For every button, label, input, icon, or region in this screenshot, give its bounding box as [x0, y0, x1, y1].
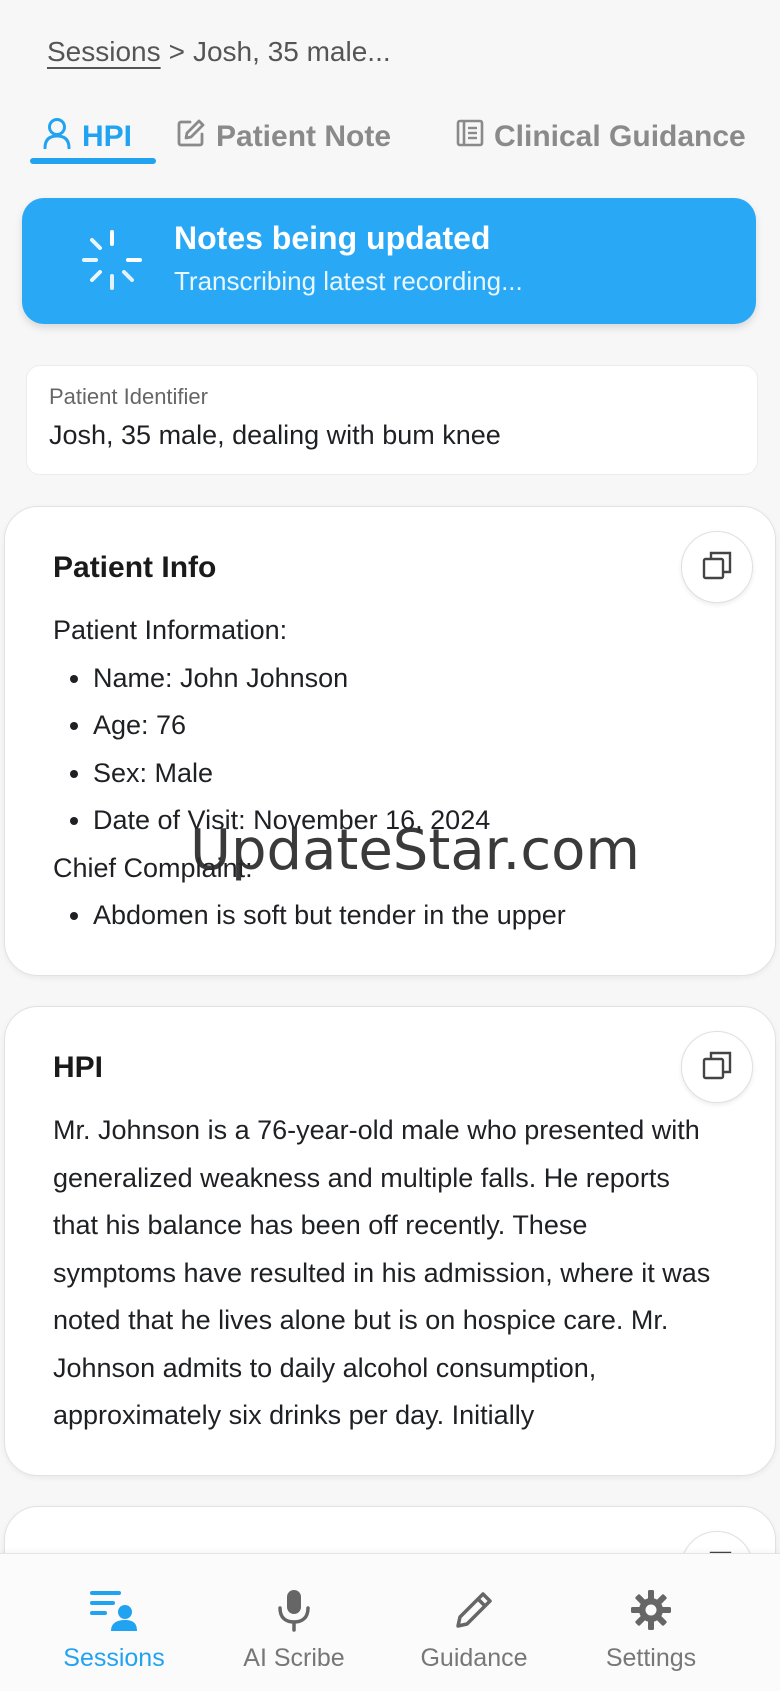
app-screen: Sessions > Josh, 35 male... HPI Patient No… [0, 0, 780, 1691]
breadcrumb-separator: > [168, 36, 185, 67]
bottom-navigation: Sessions AI Scribe Guidance Settings [0, 1553, 780, 1691]
banner-title: Notes being updated [174, 220, 491, 256]
list-item: Date of Visit: November 16, 2024 [93, 797, 735, 845]
patient-identifier-field[interactable]: Patient Identifier Josh, 35 male, dealin… [26, 365, 758, 475]
patient-info-heading: Patient Information: [53, 615, 288, 645]
list-item: Abdomen is soft but tender in the upper [93, 892, 735, 940]
nav-sessions[interactable]: Sessions [44, 1554, 184, 1691]
nav-settings-label: Settings [605, 1644, 697, 1672]
patient-info-title: Patient Info [53, 551, 217, 584]
nav-guidance[interactable]: Guidance [404, 1554, 544, 1691]
nav-ai-scribe-label: AI Scribe [243, 1644, 345, 1672]
breadcrumb: Sessions > Josh, 35 male... [47, 36, 391, 68]
user-icon [42, 117, 72, 157]
patient-info-card: Patient Info Patient Information: Name: … [4, 506, 776, 976]
edit-note-icon [176, 118, 206, 156]
nav-ai-scribe[interactable]: AI Scribe [224, 1554, 364, 1691]
chief-complaint-heading: Chief Complaint: [53, 852, 253, 883]
banner-subtitle: Transcribing latest recording... [174, 266, 523, 296]
copy-icon [702, 1050, 732, 1085]
hpi-title: HPI [53, 1051, 104, 1084]
nav-settings[interactable]: Settings [581, 1554, 721, 1691]
pencil-icon [454, 1586, 494, 1634]
list-item: Name: John Johnson [93, 655, 735, 703]
notes-updating-banner: Notes being updated Transcribing latest … [22, 198, 756, 324]
patient-info-list: Name: John Johnson Age: 76 Sex: Male Dat… [53, 655, 735, 845]
sessions-list-icon [89, 1586, 139, 1634]
hpi-text: Mr. Johnson is a 76-year-old male who pr… [53, 1115, 711, 1430]
tab-patient-note[interactable]: Patient Note [176, 108, 391, 166]
copy-icon [702, 550, 732, 585]
patient-identifier-value: Josh, 35 male, dealing with bum knee [49, 420, 501, 450]
tab-clinical-guidance-label: Clinical Guidance [494, 120, 746, 153]
tab-clinical-guidance[interactable]: Clinical Guidance [456, 108, 746, 166]
patient-identifier-label: Patient Identifier [49, 384, 208, 409]
active-tab-indicator [30, 158, 156, 164]
gear-icon [630, 1586, 672, 1634]
chief-complaint-list: Abdomen is soft but tender in the upper [53, 892, 735, 940]
breadcrumb-sessions-link[interactable]: Sessions [47, 36, 161, 67]
hpi-card: HPI Mr. Johnson is a 76-year-old male wh… [4, 1006, 776, 1476]
hpi-body: Mr. Johnson is a 76-year-old male who pr… [53, 1107, 715, 1440]
loading-spinner-icon [80, 228, 144, 292]
list-item: Age: 76 [93, 702, 735, 750]
copy-patient-info-button[interactable] [681, 531, 753, 603]
list-item: Sex: Male [93, 750, 735, 798]
copy-hpi-button[interactable] [681, 1031, 753, 1103]
document-list-icon [456, 119, 484, 155]
tab-hpi-label: HPI [82, 120, 133, 153]
patient-info-body: Patient Information: Name: John Johnson … [53, 607, 735, 940]
tab-patient-note-label: Patient Note [216, 120, 392, 153]
breadcrumb-current: Josh, 35 male... [192, 36, 391, 67]
microphone-icon [276, 1586, 312, 1634]
nav-sessions-label: Sessions [63, 1644, 165, 1672]
nav-guidance-label: Guidance [420, 1644, 528, 1672]
